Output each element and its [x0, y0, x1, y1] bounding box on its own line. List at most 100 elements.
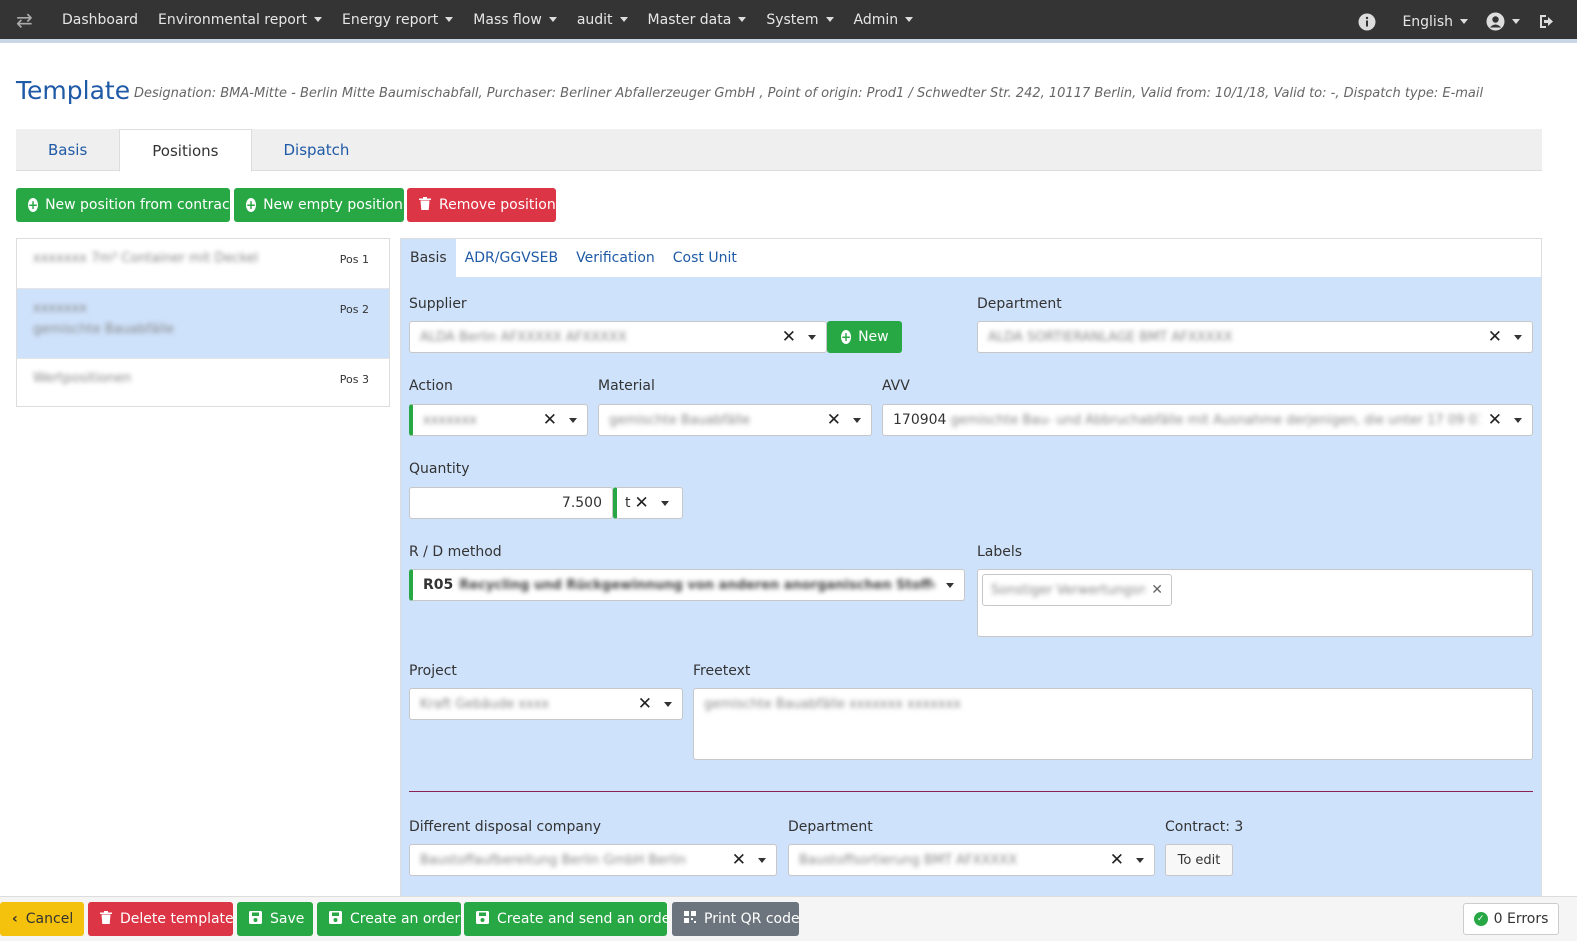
plus-circle-icon: + — [28, 198, 39, 212]
plus-circle-icon: + — [246, 198, 257, 212]
floppy-disk-icon — [476, 910, 489, 928]
caret-down-icon — [825, 17, 834, 22]
to-edit-button[interactable]: To edit — [1165, 844, 1233, 876]
chevron-down-icon[interactable] — [660, 500, 669, 506]
floppy-disk-icon — [249, 910, 262, 928]
clear-icon[interactable]: ✕ — [543, 410, 557, 430]
rd-method-select[interactable]: R05 Recycling und Rückgewinnung von ande… — [409, 569, 965, 601]
nav-admin[interactable]: Admin — [854, 12, 914, 28]
page-title: Template — [16, 76, 131, 105]
delete-template-button[interactable]: Delete template — [88, 902, 234, 936]
nav-audit[interactable]: audit — [577, 12, 628, 28]
chevron-down-icon[interactable] — [569, 417, 577, 423]
info-icon[interactable] — [1358, 13, 1376, 31]
supplier-select[interactable]: ALDA Berlin AFXXXXX AFXXXXX ✕ — [409, 321, 827, 353]
check-circle-icon: ✓ — [1473, 912, 1488, 926]
remove-position-button[interactable]: Remove position — [407, 188, 556, 222]
position-tag: Pos 2 — [339, 303, 369, 316]
nav-environmental-report[interactable]: Environmental report — [158, 12, 323, 28]
chevron-down-icon[interactable] — [853, 417, 861, 423]
chevron-down-icon[interactable] — [758, 857, 766, 863]
nav-energy-report[interactable]: Energy report — [342, 12, 454, 28]
rd-method-label: R / D method — [409, 544, 502, 560]
disposal-company-label: Different disposal company — [409, 819, 602, 835]
list-item[interactable]: xxxxxxx gemischte Bauabfälle Pos 2 — [17, 289, 389, 359]
material-label: Material — [598, 378, 655, 394]
quantity-label: Quantity — [409, 461, 470, 477]
chevron-down-icon[interactable] — [808, 334, 816, 340]
quantity-input[interactable]: 7.500 — [409, 487, 613, 519]
subtab-cost-unit[interactable]: Cost Unit — [664, 239, 746, 277]
chevron-down-icon[interactable] — [664, 701, 672, 707]
create-order-button[interactable]: Create an order — [317, 902, 461, 936]
new-supplier-button[interactable]: + New — [827, 321, 902, 353]
print-qr-code-button[interactable]: Print QR code — [672, 902, 800, 936]
material-select[interactable]: gemischte Bauabfälle ✕ — [598, 404, 872, 436]
remove-chip-icon[interactable]: ✕ — [1151, 582, 1163, 598]
unit-select[interactable]: t ✕ — [613, 487, 683, 519]
department-select[interactable]: ALDA SORTIERANLAGE BMT AFXXXXX ✕ — [977, 321, 1533, 353]
caret-down-icon — [1460, 19, 1468, 24]
caret-down-icon — [314, 17, 323, 22]
clear-icon[interactable]: ✕ — [827, 410, 841, 430]
position-detail-panel: Basis ADR/GGVSEB Verification Cost Unit … — [400, 238, 1542, 898]
list-item[interactable]: xxxxxxx 7m³ Container mit Deckel Pos 1 — [17, 239, 389, 289]
list-item[interactable]: Wertpositionen Pos 3 — [17, 359, 389, 409]
plus-circle-icon: + — [841, 330, 852, 344]
errors-indicator[interactable]: ✓ 0 Errors — [1463, 903, 1559, 935]
action-label: Action — [409, 378, 453, 394]
swap-arrows-icon[interactable]: ⇄ — [16, 8, 46, 32]
tab-positions[interactable]: Positions — [119, 129, 252, 172]
new-empty-position-button[interactable]: + New empty position — [234, 188, 404, 222]
chevron-down-icon[interactable] — [1514, 417, 1522, 423]
subtab-adr[interactable]: ADR/GGVSEB — [456, 239, 567, 277]
clear-icon[interactable]: ✕ — [782, 327, 796, 347]
save-button[interactable]: Save — [237, 902, 313, 936]
create-and-send-order-button[interactable]: Create and send an order — [464, 902, 676, 936]
tab-dispatch[interactable]: Dispatch — [252, 129, 382, 171]
clear-icon[interactable]: ✕ — [638, 694, 652, 714]
avv-label: AVV — [882, 378, 910, 394]
nav-master-data[interactable]: Master data — [648, 12, 747, 28]
qr-code-icon — [684, 911, 696, 927]
caret-down-icon — [548, 17, 557, 22]
clear-icon[interactable]: ✕ — [732, 850, 746, 870]
disposal-company-select[interactable]: Baustoffaufbereitung Berlin GmbH Berlin … — [409, 844, 777, 876]
action-select[interactable]: xxxxxxx ✕ — [409, 404, 588, 436]
freetext-textarea[interactable]: gemischte Bauabfälle xxxxxxx xxxxxxx — [693, 688, 1533, 760]
nav-dashboard[interactable]: Dashboard — [62, 12, 138, 28]
avv-select[interactable]: 170904 gemischte Bau- und Abbruchabfälle… — [882, 404, 1533, 436]
clear-icon[interactable]: ✕ — [1488, 327, 1502, 347]
tab-basis[interactable]: Basis — [16, 129, 119, 171]
chevron-down-icon[interactable] — [946, 582, 954, 588]
floppy-disk-icon — [329, 910, 342, 928]
project-select[interactable]: Kraft Gebäude xxxx ✕ — [409, 688, 683, 720]
main-menu: Dashboard Environmental report Energy re… — [62, 12, 933, 28]
label-chip: Sonstiger Verwertungsnachweis ✕ — [982, 574, 1172, 606]
top-navbar: ⇄ Dashboard Environmental report Energy … — [0, 0, 1577, 43]
nav-system[interactable]: System — [766, 12, 834, 28]
position-list: xxxxxxx 7m³ Container mit Deckel Pos 1 x… — [16, 238, 390, 407]
avv-code: 170904 — [893, 412, 947, 428]
department2-label: Department — [788, 819, 873, 835]
contract-label: Contract: 3 — [1165, 819, 1244, 835]
chevron-down-icon[interactable] — [1514, 334, 1522, 340]
labels-multiselect[interactable]: Sonstiger Verwertungsnachweis ✕ — [977, 569, 1533, 637]
logout-icon[interactable] — [1538, 13, 1557, 30]
main-tabs: Basis Positions Dispatch — [16, 129, 1542, 172]
clear-icon[interactable]: ✕ — [635, 493, 649, 513]
new-position-from-contract-button[interactable]: + New position from contract — [16, 188, 235, 222]
user-icon[interactable] — [1486, 12, 1520, 31]
department2-select[interactable]: Baustoffsortierung BMT AFXXXXX ✕ — [788, 844, 1155, 876]
language-selector[interactable]: English — [1402, 14, 1468, 30]
nav-mass-flow[interactable]: Mass flow — [473, 12, 557, 28]
clear-icon[interactable]: ✕ — [1110, 850, 1124, 870]
subtab-basis[interactable]: Basis — [401, 239, 456, 277]
clear-icon[interactable]: ✕ — [1488, 410, 1502, 430]
chevron-down-icon[interactable] — [1136, 857, 1144, 863]
cancel-button[interactable]: ‹ Cancel — [0, 902, 84, 936]
subtab-verification[interactable]: Verification — [567, 239, 664, 277]
supplier-label: Supplier — [409, 296, 467, 312]
freetext-label: Freetext — [693, 663, 751, 679]
caret-down-icon — [445, 17, 454, 22]
